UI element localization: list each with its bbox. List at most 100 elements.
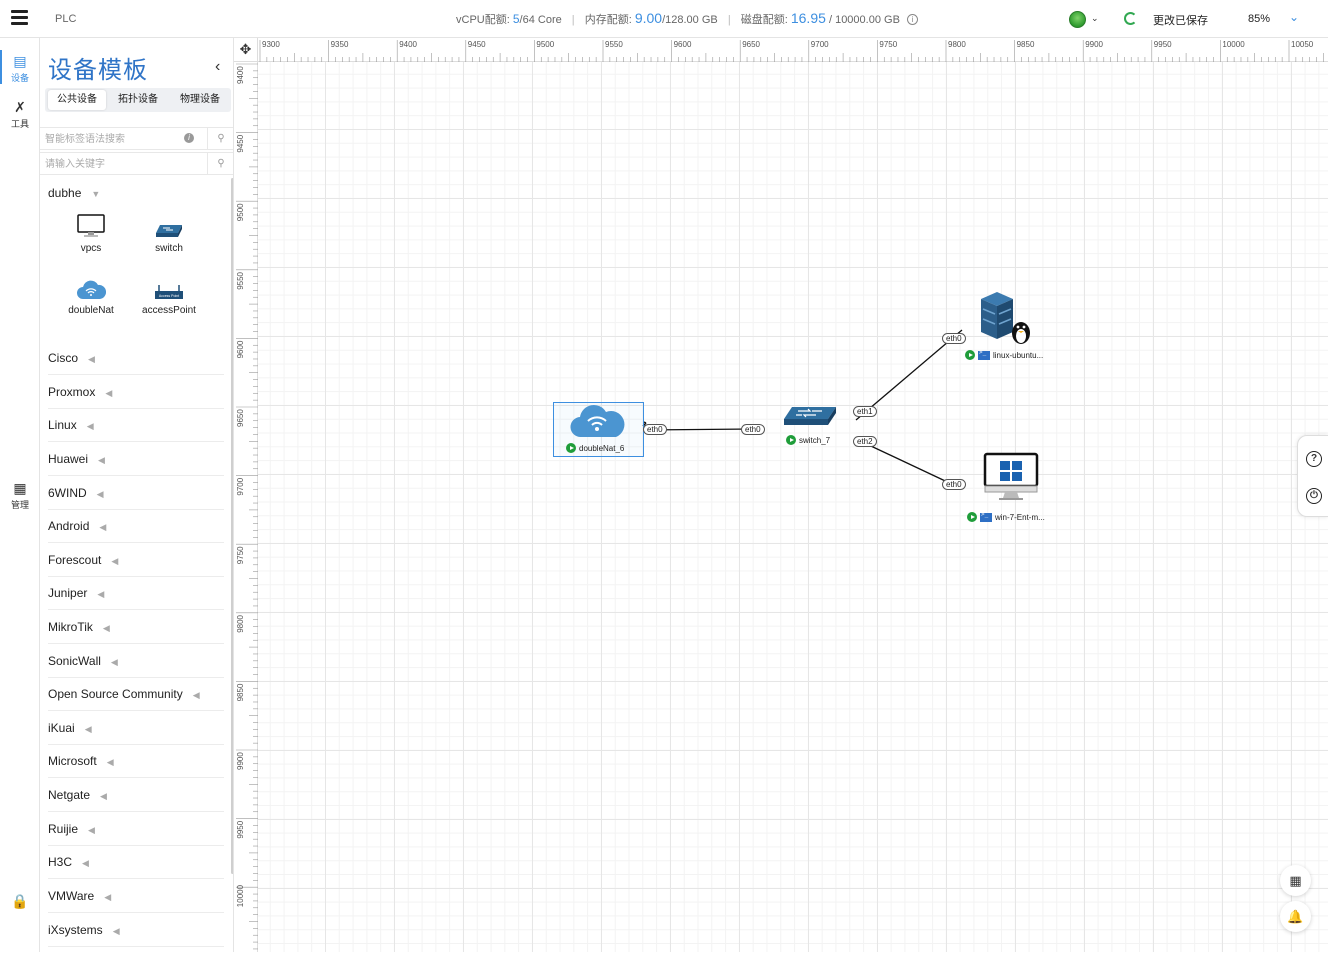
template-tabs: 公共设备 拓扑设备 物理设备: [45, 88, 231, 112]
node-linux-ubuntu[interactable]: linux-ubuntu...: [963, 287, 1063, 367]
ruler-label: 10000: [1222, 40, 1245, 49]
rail-item-tools[interactable]: ✗ 工具: [0, 100, 40, 130]
vendor-mikrotik[interactable]: MikroTik ◀: [48, 610, 224, 644]
vendor-netgate[interactable]: Netgate ◀: [48, 778, 224, 812]
tab-physical-devices[interactable]: 物理设备: [171, 90, 229, 110]
topology-canvas[interactable]: doubleNat_6 switch_7 li: [258, 62, 1328, 952]
node-label: doubleNat_6: [566, 443, 624, 453]
tab-public-devices[interactable]: 公共设备: [48, 90, 106, 110]
node-switch[interactable]: switch_7: [782, 405, 842, 450]
access-point-icon: Access Point: [134, 275, 204, 301]
vendor-proxmox[interactable]: Proxmox ◀: [48, 375, 224, 409]
notification-bell-icon[interactable]: 🔔: [1280, 901, 1311, 932]
running-status-icon[interactable]: [566, 443, 576, 453]
apps-grid-icon[interactable]: ▦: [1280, 865, 1311, 896]
collapse-chevron-left-icon[interactable]: ‹: [215, 58, 220, 76]
lock-button[interactable]: 🔒: [0, 894, 40, 911]
center-view-move-icon[interactable]: ✥: [234, 38, 258, 62]
template-doubleNat[interactable]: doubleNat: [56, 275, 126, 316]
ruler-label: 9600: [674, 40, 692, 49]
running-status-icon[interactable]: [965, 350, 975, 360]
ruler-label: 9300: [262, 40, 280, 49]
monitor-icon: [56, 213, 126, 239]
power-icon[interactable]: ⏻: [1306, 488, 1322, 504]
caret-left-icon: ◀: [98, 455, 105, 465]
caret-left-icon: ◀: [84, 724, 92, 734]
ruler-label: 9750: [879, 40, 897, 49]
vendor-label: Forescout: [48, 553, 102, 567]
vendor-microsoft[interactable]: Microsoft ◀: [48, 744, 224, 778]
hamburger-menu-icon[interactable]: [11, 10, 28, 27]
switch-icon: [784, 407, 836, 425]
vendor-h3c[interactable]: H3C ◀: [48, 845, 224, 879]
rail-item-label: 工具: [10, 119, 29, 129]
console-icon[interactable]: [978, 349, 990, 360]
vendor-label: Android: [48, 519, 90, 533]
resource-quota: vCPU配额: 5/64 Core | 内存配额: 9.00/128.00 GB…: [456, 10, 918, 27]
caret-left-icon: ◀: [102, 623, 110, 633]
search-icon[interactable]: ⚲: [207, 153, 233, 174]
ruler-label: 9500: [236, 203, 245, 221]
port-label-linux-eth0[interactable]: eth0: [942, 333, 966, 344]
template-switch[interactable]: switch: [134, 213, 204, 254]
rail-item-device[interactable]: ▤ 设备: [0, 50, 40, 84]
caret-left-icon: ◀: [82, 858, 89, 868]
ruler-label: 10000: [236, 884, 245, 907]
port-label-switch-eth2[interactable]: eth2: [853, 436, 877, 447]
port-label-win-eth0[interactable]: eth0: [942, 479, 966, 490]
node-win7[interactable]: win-7-Ent-m...: [963, 450, 1063, 525]
vendor-ruijie[interactable]: Ruijie ◀: [48, 812, 224, 846]
zoom-chevron-down-icon[interactable]: ⌄: [1289, 10, 1299, 24]
quota-divider: |: [727, 14, 731, 26]
panel-title: 设备模板: [48, 57, 148, 84]
group-dubhe[interactable]: dubhe ▼: [48, 186, 100, 200]
disk-total: / 10000.00 GB: [825, 14, 900, 26]
vendor-linux[interactable]: Linux ◀: [48, 408, 224, 442]
vendor-cisco[interactable]: Cisco ◀: [48, 341, 224, 375]
template-label: accessPoint: [142, 305, 196, 316]
info-icon[interactable]: i: [184, 133, 194, 143]
monitor-icon: [983, 452, 1039, 500]
chevron-down-icon[interactable]: ⌄: [1091, 13, 1099, 24]
vendor-label: Netgate: [48, 788, 91, 802]
port-label-doublenat-eth0[interactable]: eth0: [643, 424, 667, 435]
keyword-search-input[interactable]: [45, 156, 200, 172]
ruler-label: 9900: [236, 752, 245, 770]
node-name: doubleNat_6: [579, 443, 625, 453]
vendor-vmware[interactable]: VMWare ◀: [48, 879, 224, 913]
info-icon[interactable]: i: [906, 14, 918, 25]
search-icon[interactable]: ⚲: [207, 128, 233, 149]
vendor-label: Ruijie: [48, 822, 79, 836]
console-icon[interactable]: [980, 511, 992, 522]
vendor-6wind[interactable]: 6WIND ◀: [48, 476, 224, 510]
port-label-switch-eth1[interactable]: eth1: [853, 406, 877, 417]
vendor-ikuai[interactable]: iKuai ◀: [48, 711, 224, 745]
caret-left-icon: ◀: [106, 757, 114, 767]
rail-item-manage[interactable]: ▦ 管理: [0, 481, 40, 511]
vendor-juniper[interactable]: Juniper ◀: [48, 576, 224, 610]
left-rail: ▤ 设备 ✗ 工具 ▦ 管理 🔒: [0, 38, 40, 952]
ruler-label: 9800: [948, 40, 966, 49]
node-name: switch_7: [799, 435, 831, 445]
save-status: 更改已保存: [1153, 15, 1208, 27]
template-label: switch: [155, 243, 183, 254]
running-status-icon[interactable]: [967, 512, 977, 522]
help-icon[interactable]: ?: [1306, 451, 1322, 467]
vendor-forescout[interactable]: Forescout ◀: [48, 543, 224, 577]
vendor-ixsystems[interactable]: iXsystems ◀: [48, 913, 224, 947]
running-status-icon[interactable]: [786, 435, 796, 445]
ruler-label: 9450: [468, 40, 486, 49]
tab-topology-devices[interactable]: 拓扑设备: [109, 90, 167, 110]
smart-tag-search-input[interactable]: [45, 131, 200, 147]
template-vpcs[interactable]: vpcs: [56, 213, 126, 254]
port-label-switch-eth0[interactable]: eth0: [741, 424, 765, 435]
vendor-open-source-community[interactable]: Open Source Community ◀: [48, 677, 224, 711]
template-accessPoint[interactable]: Access Point accessPoint: [134, 275, 204, 316]
vendor-sonicwall[interactable]: SonicWall ◀: [48, 644, 224, 678]
zoom-level[interactable]: 85%: [1248, 13, 1270, 25]
node-doublenat[interactable]: doubleNat_6: [553, 402, 644, 457]
vendor-huawei[interactable]: Huawei ◀: [48, 442, 224, 476]
switch-icon: [134, 213, 204, 239]
vendor-android[interactable]: Android ◀: [48, 509, 224, 543]
user-avatar[interactable]: [1069, 11, 1086, 28]
